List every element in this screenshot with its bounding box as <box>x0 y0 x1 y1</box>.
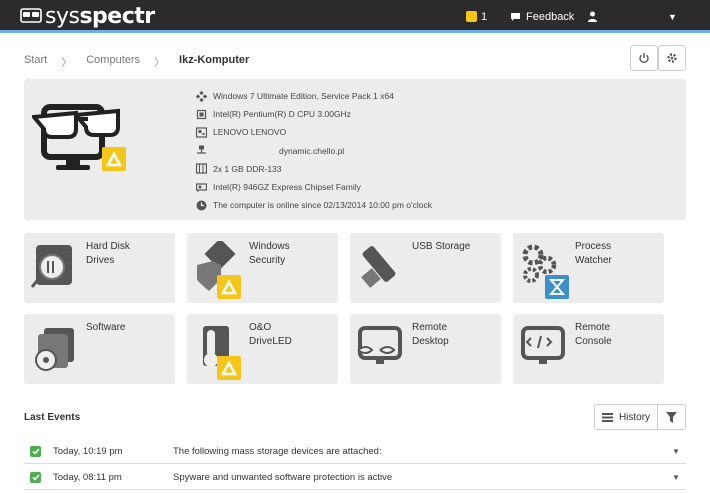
info-cpu: Intel(R) Pentium(R) D CPU 3.00GHz <box>196 105 432 123</box>
tile-label: Process Watcher <box>575 241 612 266</box>
hard-disk-icon <box>30 245 72 288</box>
tile-label: Remote Console <box>575 322 612 347</box>
chevron-down-icon[interactable]: ▼ <box>672 473 686 482</box>
tile-remote-console[interactable]: Remote Console <box>513 314 664 384</box>
filter-button[interactable] <box>657 404 686 430</box>
event-row[interactable]: Today, 10:19 pm The following mass stora… <box>24 440 686 464</box>
breadcrumb-separator: 〉 <box>154 57 166 69</box>
chevron-down-icon[interactable]: ▼ <box>672 447 686 456</box>
logo-text-prefix: sys <box>45 3 80 29</box>
software-icon <box>35 328 74 371</box>
gears-icon <box>522 244 569 299</box>
cpu-icon <box>196 109 207 119</box>
windows-icon <box>196 90 207 102</box>
host-text: dynamic.chello.pl <box>279 145 345 156</box>
chevron-down-icon: ▼ <box>668 11 677 22</box>
security-icon <box>197 241 241 299</box>
event-message: The following mass storage devices are a… <box>173 446 382 457</box>
tile-windows-security[interactable]: Windows Security <box>187 233 338 303</box>
clock-icon <box>196 200 207 211</box>
logo-text-bold: spectr <box>79 3 155 29</box>
event-time: Today, 08:11 pm <box>53 472 122 483</box>
tile-process-watcher[interactable]: Process Watcher <box>513 233 664 303</box>
notifications-button[interactable]: 1 <box>466 0 487 33</box>
info-os: Windows 7 Ultimate Edition, Service Pack… <box>196 87 432 105</box>
power-icon <box>639 53 649 64</box>
breadcrumb-computers[interactable]: Computers <box>86 54 140 70</box>
event-row[interactable]: Today, 08:11 pm Spyware and unwanted sof… <box>24 466 686 490</box>
user-menu[interactable] <box>588 0 603 33</box>
breadcrumb-current: Ikz-Komputer <box>179 54 250 66</box>
last-events-title: Last Events <box>24 412 81 423</box>
status-text: The computer is online since 02/13/2014 … <box>213 200 432 211</box>
info-status: The computer is online since 02/13/2014 … <box>196 196 432 214</box>
memory-text: 2x 1 GB DDR-133 <box>213 163 282 174</box>
logo-glasses-icon <box>20 8 42 23</box>
manufacturer-text: LENOVO LENOVO <box>213 127 287 138</box>
tile-label: Hard Disk Drives <box>86 241 130 266</box>
user-dropdown-toggle[interactable]: ▼ <box>668 0 677 33</box>
list-icon <box>601 412 613 422</box>
tile-hard-disk-drives[interactable]: Hard Disk Drives <box>24 233 175 303</box>
user-icon <box>588 11 597 22</box>
info-graphics: Intel(R) 946GZ Express Chipset Family <box>196 178 432 196</box>
check-icon <box>30 472 41 483</box>
usb-icon <box>361 246 396 288</box>
event-time: Today, 10:19 pm <box>53 446 123 457</box>
tile-label: Remote Desktop <box>412 322 449 347</box>
history-label: History <box>618 411 651 423</box>
notifications-count: 1 <box>481 10 488 23</box>
info-host: dynamic.chello.pl <box>196 142 432 160</box>
tile-usb-storage[interactable]: USB Storage <box>350 233 501 303</box>
feedback-button[interactable]: Feedback <box>510 0 574 33</box>
gear-icon <box>667 53 677 63</box>
cpu-text: Intel(R) Pentium(R) D CPU 3.00GHz <box>213 109 351 120</box>
settings-button[interactable] <box>658 45 686 71</box>
tile-remote-desktop[interactable]: Remote Desktop <box>350 314 501 384</box>
check-icon <box>30 446 41 457</box>
breadcrumb-start[interactable]: Start <box>24 54 47 70</box>
tile-label: Windows Security <box>249 241 290 266</box>
tile-label: O&O DriveLED <box>249 322 292 347</box>
remote-desktop-icon <box>357 326 402 364</box>
tile-label: USB Storage <box>412 241 471 252</box>
computer-avatar-icon <box>32 104 126 171</box>
breadcrumb-separator: 〉 <box>61 57 73 69</box>
graphics-card-icon <box>196 182 207 192</box>
feedback-label: Feedback <box>526 10 575 23</box>
motherboard-icon <box>196 127 207 138</box>
computer-info-list: Windows 7 Ultimate Edition, Service Pack… <box>196 87 432 214</box>
syspectr-logo[interactable]: sys spectr <box>20 3 155 29</box>
thermometer-icon <box>203 326 241 380</box>
tile-label: Software <box>86 322 126 333</box>
tile-oo-driveled[interactable]: O&O DriveLED <box>187 314 338 384</box>
info-manufacturer: LENOVO LENOVO <box>196 123 432 141</box>
memory-icon <box>196 163 207 174</box>
breadcrumb: Start 〉 Computers 〉 Ikz-Komputer <box>24 54 249 70</box>
computer-info-panel: Windows 7 Ultimate Edition, Service Pack… <box>24 79 686 220</box>
graphics-text: Intel(R) 946GZ Express Chipset Family <box>213 182 361 193</box>
notification-icon <box>466 11 477 22</box>
event-message: Spyware and unwanted software protection… <box>173 472 393 483</box>
os-text: Windows 7 Ultimate Edition, Service Pack… <box>213 91 394 102</box>
network-icon <box>197 145 206 154</box>
top-bar: sys spectr 1 Feedback ▼ <box>0 0 710 33</box>
chat-icon <box>511 12 520 21</box>
filter-icon <box>666 411 677 423</box>
console-icon <box>521 326 565 364</box>
history-button[interactable]: History <box>594 404 658 430</box>
power-button[interactable] <box>630 45 658 71</box>
info-memory: 2x 1 GB DDR-133 <box>196 160 432 178</box>
tile-software[interactable]: Software <box>24 314 175 384</box>
